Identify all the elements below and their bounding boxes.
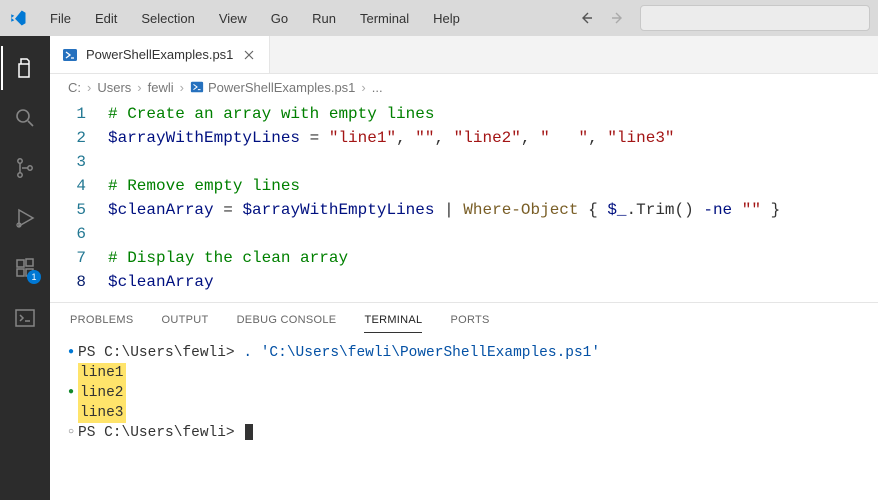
panel-tab-ports[interactable]: Ports — [450, 308, 489, 332]
menu-run[interactable]: Run — [302, 7, 346, 30]
line-number: 7 — [50, 246, 108, 270]
command-center-search[interactable] — [640, 5, 870, 31]
panel-tab-terminal[interactable]: Terminal — [364, 308, 422, 333]
activity-bar: 1 — [0, 36, 50, 500]
breadcrumb-c[interactable]: C: — [68, 80, 81, 95]
activity-source-control[interactable] — [1, 146, 49, 190]
panel-tab-output[interactable]: Output — [162, 308, 209, 332]
chevron-right-icon: › — [361, 80, 365, 95]
circle-icon: ● — [64, 383, 78, 403]
menu-terminal[interactable]: Terminal — [350, 7, 419, 30]
chevron-right-icon: › — [180, 80, 184, 95]
activity-search[interactable] — [1, 96, 49, 140]
nav-back-button[interactable] — [574, 5, 600, 31]
circle-icon: ● — [64, 343, 78, 363]
chevron-right-icon: › — [87, 80, 91, 95]
terminal-cursor — [245, 424, 253, 440]
editor-area: PowerShellExamples.ps1 C: › Users › fewl… — [50, 36, 878, 500]
panel-tab-problems[interactable]: Problems — [70, 308, 134, 332]
line-number: 2 — [50, 126, 108, 150]
menu-edit[interactable]: Edit — [85, 7, 127, 30]
menu-help[interactable]: Help — [423, 7, 470, 30]
tab-close-button[interactable] — [241, 47, 257, 63]
panel-tab-debug[interactable]: Debug Console — [237, 308, 337, 332]
breadcrumb-users[interactable]: Users — [97, 80, 131, 95]
bottom-panel: Problems Output Debug Console Terminal P… — [50, 302, 878, 500]
menu-file[interactable]: File — [40, 7, 81, 30]
breadcrumb-ellipsis[interactable]: ... — [372, 80, 383, 95]
breadcrumb-user[interactable]: fewli — [148, 80, 174, 95]
extensions-badge: 1 — [27, 270, 41, 284]
code-editor[interactable]: 1# Create an array with empty lines 2$ar… — [50, 100, 878, 302]
circle-icon: ○ — [64, 423, 78, 443]
line-number: 5 — [50, 198, 108, 222]
panel-tabs: Problems Output Debug Console Terminal P… — [50, 303, 878, 337]
titlebar: File Edit Selection View Go Run Terminal… — [0, 0, 878, 36]
powershell-file-icon — [62, 47, 78, 63]
chevron-right-icon: › — [137, 80, 141, 95]
menu-view[interactable]: View — [209, 7, 257, 30]
menu-go[interactable]: Go — [261, 7, 298, 30]
activity-terminal[interactable] — [1, 296, 49, 340]
line-number: 4 — [50, 174, 108, 198]
activity-extensions[interactable]: 1 — [1, 246, 49, 290]
editor-tab[interactable]: PowerShellExamples.ps1 — [50, 36, 270, 73]
terminal-command: . 'C:\Users\fewli\PowerShellExamples.ps1… — [243, 345, 600, 361]
terminal-output: line1 — [78, 363, 126, 383]
editor-tabbar: PowerShellExamples.ps1 — [50, 36, 878, 74]
line-number: 3 — [50, 150, 108, 174]
tab-label: PowerShellExamples.ps1 — [86, 47, 233, 62]
powershell-file-icon — [190, 80, 204, 94]
terminal-prompt: PS C:\Users\fewli> — [78, 345, 243, 361]
terminal[interactable]: ● PS C:\Users\fewli> . 'C:\Users\fewli\P… — [50, 337, 878, 500]
breadcrumb-file[interactable]: PowerShellExamples.ps1 — [190, 80, 355, 95]
vscode-logo-icon — [8, 8, 28, 28]
line-number: 6 — [50, 222, 108, 246]
terminal-prompt: PS C:\Users\fewli> — [78, 425, 243, 441]
activity-explorer[interactable] — [1, 46, 49, 90]
terminal-output: line3 — [78, 403, 126, 423]
line-number: 8 — [50, 270, 108, 294]
terminal-output: line2 — [78, 383, 126, 403]
nav-forward-button[interactable] — [604, 5, 630, 31]
breadcrumb[interactable]: C: › Users › fewli › PowerShellExamples.… — [50, 74, 878, 100]
line-number: 1 — [50, 102, 108, 126]
menu-selection[interactable]: Selection — [131, 7, 204, 30]
activity-run-debug[interactable] — [1, 196, 49, 240]
